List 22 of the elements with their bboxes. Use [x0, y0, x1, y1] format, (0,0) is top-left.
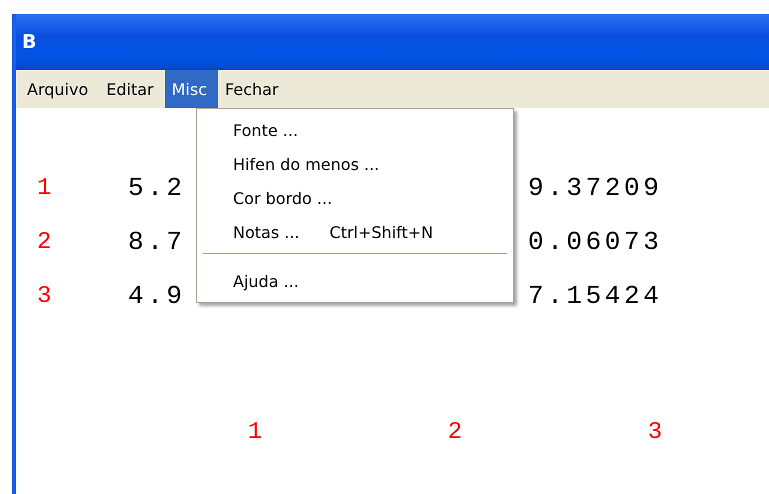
table-cell: 0.06073 — [528, 227, 662, 257]
row-label: 1 — [36, 174, 52, 202]
menu-item[interactable]: Arquivo — [20, 70, 100, 108]
table-cell: 9.37209 — [528, 173, 662, 203]
menu-item[interactable]: Editar — [99, 70, 165, 108]
menu-entry[interactable]: Hifen do menos ... — [197, 147, 513, 181]
table-cell: 4.9 — [128, 281, 186, 311]
menu-entry[interactable]: Fonte ... — [197, 113, 513, 147]
row-label: 2 — [36, 228, 52, 256]
row-label: 3 — [36, 282, 52, 310]
table-cell: 5.2 — [128, 173, 186, 203]
table-cell: 7.15424 — [528, 281, 662, 311]
column-label: 1 — [246, 418, 264, 446]
table-cell: 8.7 — [128, 227, 186, 257]
menu-entry[interactable]: Notas ... Ctrl+Shift+N — [197, 215, 513, 249]
window-title: B — [22, 31, 36, 53]
column-label: 3 — [646, 418, 664, 446]
menu-item[interactable]: Misc — [164, 70, 218, 108]
menu-entry[interactable]: Ajuda ... — [197, 264, 513, 298]
column-label: 2 — [446, 418, 464, 446]
menu-entry[interactable]: Cor bordo ... — [197, 181, 513, 215]
menu-item[interactable]: Fechar — [218, 70, 290, 108]
